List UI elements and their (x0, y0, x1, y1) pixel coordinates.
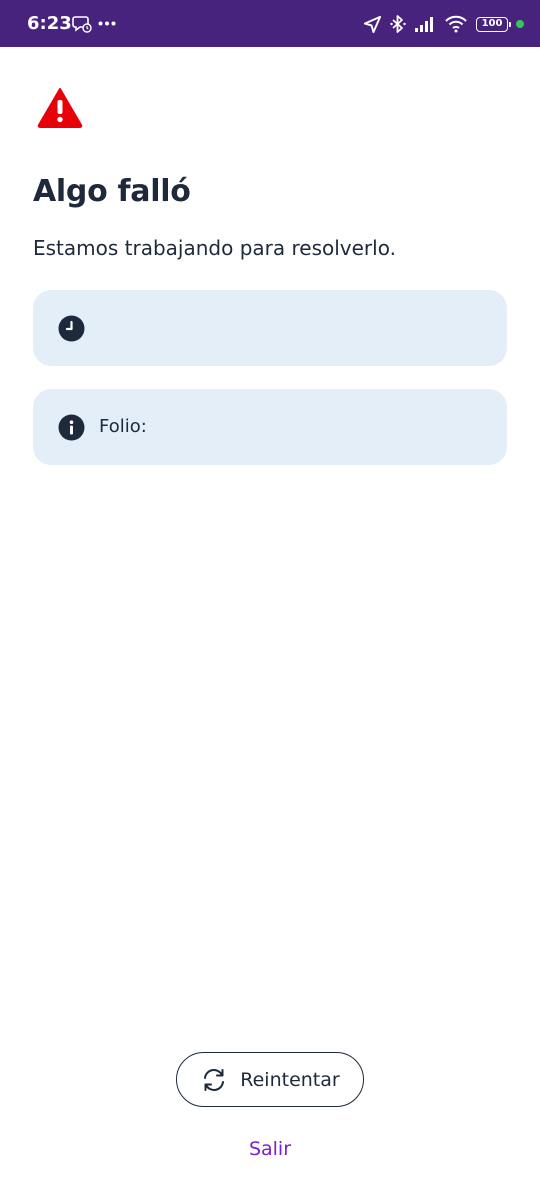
status-icons: 100 (363, 12, 524, 36)
error-screen: 6:23 100 Algo falló Estamos trabajando p… (0, 0, 540, 1200)
battery-level: 100 (481, 18, 503, 29)
signal-bars-icon (415, 17, 433, 32)
error-message: Estamos trabajando para resolverlo. (33, 236, 396, 260)
more-dots-icon (98, 21, 116, 26)
info-icon (58, 414, 85, 441)
navigation-arrow-icon (363, 15, 382, 33)
battery-icon: 100 (476, 16, 511, 32)
error-title: Algo falló (33, 174, 191, 209)
wifi-icon (445, 15, 467, 33)
folio-label: Folio: (99, 416, 147, 437)
refresh-icon (204, 1068, 225, 1091)
clock-icon (58, 315, 85, 342)
exit-link[interactable]: Salir (0, 1135, 540, 1163)
chat-bubble-icon (72, 16, 92, 33)
status-time: 6:23 (27, 13, 72, 34)
warning-triangle-icon (37, 88, 83, 128)
bluetooth-icon (390, 15, 406, 33)
time-info-card (33, 290, 507, 366)
online-dot (516, 20, 524, 28)
status-bar: 6:23 100 (0, 0, 540, 47)
folio-info-card: Folio: (33, 389, 507, 465)
retry-button[interactable]: Reintentar (176, 1052, 364, 1107)
retry-label: Reintentar (240, 1068, 340, 1091)
